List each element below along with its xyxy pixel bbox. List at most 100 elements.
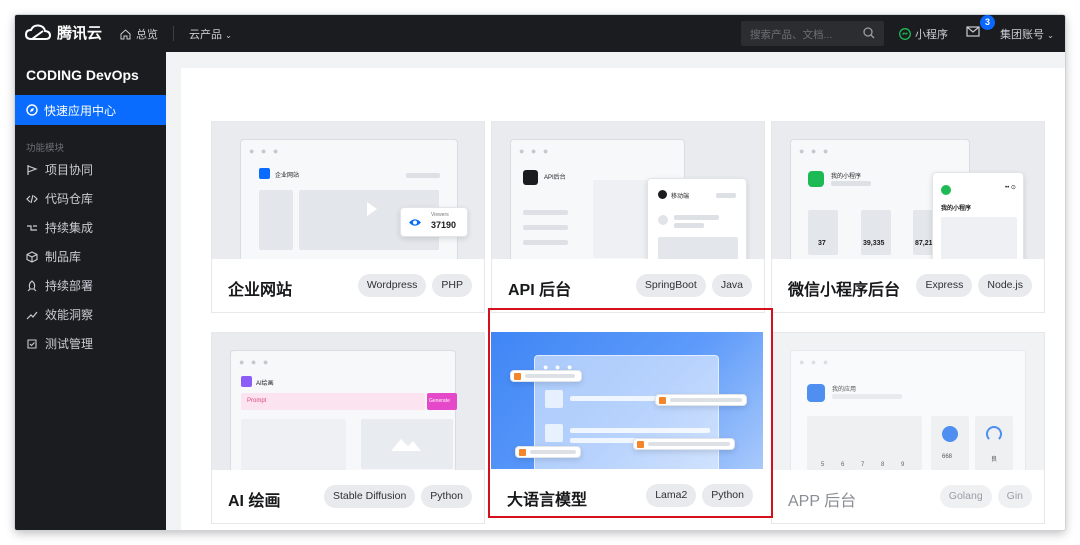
x-tick: 8 [881,462,885,468]
more-icon: •• ⊙ [1005,185,1016,191]
cloud-logo-icon [25,23,51,40]
template-card-llm[interactable]: ● ● ● 大语言模型 Lama2 Python [491,332,765,524]
flag-icon [27,164,38,175]
check-badge-icon [27,338,37,349]
card-tags: Lama2 Python [646,484,753,507]
sidebar-item-label: 测试管理 [45,337,94,351]
card-preview: ● ● ● [491,332,763,469]
top-bar: 腾讯云 总览 云产品 ⌄ 搜索产品、文档... 小程序 3 集团账号 ⌄ [15,15,1065,52]
wechat-mini-icon [941,185,951,195]
chat-bubble [515,446,581,458]
x-tick: 7 [861,462,865,468]
products-label: 云产品 [189,29,222,41]
card-tags: Stable Diffusion Python [323,485,472,508]
template-card-ai-drawing[interactable]: ● ● ● AI绘画 Prompt Generate AI 绘画 Stable … [211,332,485,524]
tag: Java [711,274,752,297]
tencent-cloud-logo[interactable]: 腾讯云 [25,22,102,43]
window-dots: ● ● ● [799,146,831,156]
tag: Wordpress [357,274,427,297]
search-placeholder: 搜索产品、文档... [750,29,833,41]
card-preview: ● ● ● 我的应用 668 良 5 6 7 8 9 [772,333,1044,470]
stat-value: 39,335 [863,240,885,247]
site-logo-icon [259,168,270,179]
card-preview: ● ● ● 我的小程序 37 39,335 87,21 •• ⊙ 我的小程序 [772,122,1044,259]
tag: Python [702,484,753,507]
viewers-label: Viewers [431,212,449,218]
overview-label: 总览 [136,29,158,41]
sidebar-item-label: 代码仓库 [45,192,94,206]
compass-icon [26,104,38,116]
card-title: 微信小程序后台 [788,282,901,299]
preview-window: ● ● ● 企业网站 [240,139,458,259]
stat-value: 87,21 [915,240,933,247]
sidebar-item-ci[interactable]: 持续集成 [26,219,93,236]
overview-link[interactable]: 总览 [120,26,158,42]
tag: Gin [997,485,1032,508]
x-tick: 5 [821,462,825,468]
sidebar-item-label: 效能洞察 [45,308,94,322]
sidebar-item-deploy[interactable]: 持续部署 [26,277,93,294]
sidebar-item-quick-app-center[interactable]: 快速应用中心 [15,95,166,125]
sidebar-item-insight[interactable]: 效能洞察 [26,306,93,323]
ai-logo-icon [241,376,252,387]
insight-icon [26,311,38,319]
generate-label: Generate [429,398,450,404]
app-logo-icon [807,384,825,402]
window-dots: ● ● ● [519,146,551,156]
sidebar-item-artifacts[interactable]: 制品库 [26,248,81,265]
template-card-website[interactable]: ● ● ● 企业网站 Viewers 37190 企业网站 Wordpress … [211,121,485,313]
prompt-label: Prompt [247,398,267,404]
sidebar-item-project[interactable]: 项目协同 [26,161,93,178]
template-card-app[interactable]: ● ● ● 我的应用 668 良 5 6 7 8 9 APP 后台 Golang… [771,332,1045,524]
mail-icon[interactable] [966,25,980,37]
chevron-down-icon: ⌄ [1047,31,1054,40]
chevron-down-icon: ⌄ [225,31,232,40]
mobile-label: 移动端 [671,194,690,200]
viewers-value: 37190 [431,220,457,230]
account-label: 集团账号 [1000,29,1044,41]
chat-bubble [655,394,747,406]
products-menu[interactable]: 云产品 ⌄ [189,26,232,42]
card-tags: SpringBoot Java [635,274,752,297]
app-window: 腾讯云 总览 云产品 ⌄ 搜索产品、文档... 小程序 3 集团账号 ⌄ COD… [15,15,1065,530]
x-tick: 9 [901,462,905,468]
preview-label: AI绘画 [256,381,274,387]
card-preview: ● ● ● API后台 移动端 [492,122,764,259]
miniprogram-icon [899,28,911,40]
chat-bubble [633,438,735,450]
sidebar: CODING DevOps 快速应用中心 功能模块 项目协同 代码仓库 持续集成… [15,52,166,530]
template-card-miniprogram[interactable]: ● ● ● 我的小程序 37 39,335 87,21 •• ⊙ 我的小程序 微… [771,121,1045,313]
preview-window: ● ● ● AI绘画 Prompt Generate [230,350,457,470]
search-icon[interactable] [863,27,875,39]
account-menu[interactable]: 集团账号 ⌄ [1000,26,1054,42]
tag: Node.js [978,274,1032,297]
preview-label: 我的小程序 [831,174,862,180]
stat-value: 37 [818,240,826,247]
tag: PHP [432,274,472,297]
sidebar-item-code[interactable]: 代码仓库 [26,190,93,207]
sidebar-group-label: 功能模块 [26,143,65,154]
play-icon [367,202,377,216]
card-title: APP 后台 [788,493,857,510]
stat-value: 良 [991,457,998,463]
home-icon [120,28,131,39]
card-preview: ● ● ● AI绘画 Prompt Generate [212,333,484,470]
sidebar-item-testing[interactable]: 测试管理 [26,335,93,352]
sidebar-item-label: 项目协同 [45,163,94,177]
stat-value: 668 [942,454,953,460]
card-title: API 后台 [508,282,572,299]
tag: Stable Diffusion [323,485,416,508]
mobile-panel: 移动端 [647,178,747,259]
template-card-api[interactable]: ● ● ● API后台 移动端 API 后台 SpringBoot Java [491,121,765,313]
miniprogram-link[interactable]: 小程序 [899,26,948,42]
preview-label: API后台 [544,175,566,181]
x-tick: 6 [841,462,845,468]
phone-panel: •• ⊙ 我的小程序 [932,172,1024,259]
main-content: ● ● ● 企业网站 Viewers 37190 企业网站 Wordpress … [181,68,1065,530]
api-logo-icon [523,170,538,185]
panel-label: 我的小程序 [941,206,972,212]
search-input[interactable]: 搜索产品、文档... [741,21,884,46]
chat-bubble [510,370,582,382]
prompt-field [241,393,425,410]
sidebar-item-label: 持续集成 [45,221,94,235]
